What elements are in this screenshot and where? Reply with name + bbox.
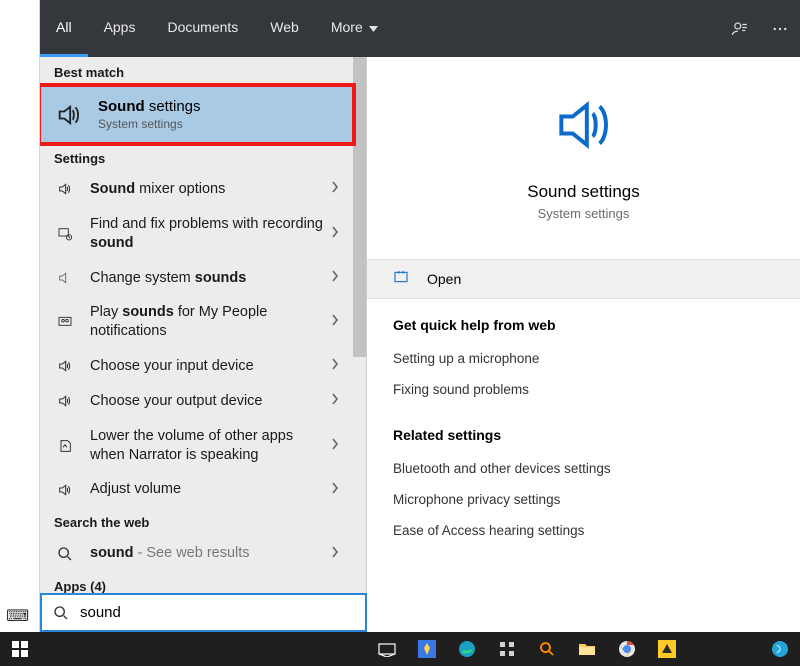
search-input-container[interactable] bbox=[40, 593, 367, 632]
best-match-title: Sound settings bbox=[98, 98, 201, 115]
tab-all[interactable]: All bbox=[40, 0, 88, 57]
search-input[interactable] bbox=[80, 595, 365, 630]
speaker-icon bbox=[54, 358, 76, 374]
start-button[interactable] bbox=[0, 632, 40, 666]
tab-apps[interactable]: Apps bbox=[88, 0, 152, 57]
settings-result[interactable]: Play sounds for My People notifications bbox=[40, 295, 353, 349]
result-label: Choose your input device bbox=[90, 357, 331, 376]
speaker-icon bbox=[54, 482, 76, 498]
settings-result[interactable]: Sound mixer options bbox=[40, 172, 353, 207]
result-label: Find and fix problems with recording sou… bbox=[90, 215, 331, 253]
scrollbar-thumb[interactable] bbox=[353, 57, 366, 357]
explorer-icon[interactable] bbox=[567, 632, 607, 666]
tab-documents[interactable]: Documents bbox=[151, 0, 254, 57]
crop-gutter: ⌨ bbox=[0, 0, 40, 632]
settings-result[interactable]: Lower the volume of other apps when Narr… bbox=[40, 419, 353, 473]
quick-help-header: Get quick help from web bbox=[393, 317, 774, 333]
troubleshoot-icon bbox=[54, 226, 76, 242]
related-link[interactable]: Microphone privacy settings bbox=[393, 484, 774, 515]
open-label: Open bbox=[427, 271, 461, 287]
settings-result[interactable]: Adjust volume bbox=[40, 472, 353, 507]
taskbar-app-4[interactable] bbox=[527, 632, 567, 666]
chevron-right-icon bbox=[331, 393, 339, 409]
speaker-icon bbox=[54, 393, 76, 409]
open-icon bbox=[393, 269, 415, 290]
result-label: Lower the volume of other apps when Narr… bbox=[90, 427, 331, 465]
chevron-right-icon bbox=[331, 358, 339, 374]
detail-title: Sound settings bbox=[527, 182, 639, 202]
result-label: Change system sounds bbox=[90, 269, 331, 288]
section-search-web: Search the web bbox=[40, 507, 353, 536]
chevron-right-icon bbox=[331, 270, 339, 286]
detail-sub: System settings bbox=[538, 206, 630, 221]
taskbar-tray-icon[interactable] bbox=[760, 632, 800, 666]
speaker-muted-icon bbox=[54, 270, 76, 286]
task-view[interactable] bbox=[367, 632, 407, 666]
more-options-icon[interactable] bbox=[760, 20, 800, 38]
open-action[interactable]: Open bbox=[367, 259, 800, 299]
chrome-icon[interactable] bbox=[607, 632, 647, 666]
textbox-icon: ⌨ bbox=[6, 606, 29, 626]
settings-result[interactable]: Choose your input device bbox=[40, 349, 353, 384]
chevron-right-icon bbox=[331, 314, 339, 330]
taskbar-app-3[interactable] bbox=[487, 632, 527, 666]
narrator-icon bbox=[54, 438, 76, 454]
search-icon bbox=[42, 605, 80, 621]
detail-pane: Sound settings System settings Open Get … bbox=[367, 57, 800, 632]
chevron-right-icon bbox=[331, 181, 339, 197]
chevron-right-icon bbox=[331, 438, 339, 454]
speaker-icon bbox=[550, 91, 618, 164]
taskbar-app-7[interactable] bbox=[647, 632, 687, 666]
related-header: Related settings bbox=[393, 427, 774, 443]
chevron-down-icon bbox=[369, 19, 378, 35]
section-apps: Apps (4) bbox=[40, 571, 353, 593]
related-link[interactable]: Bluetooth and other devices settings bbox=[393, 453, 774, 484]
result-sound-settings[interactable]: Sound settings System settings bbox=[40, 86, 353, 143]
result-label: Play sounds for My People notifications bbox=[90, 303, 331, 341]
result-label: Sound mixer options bbox=[90, 180, 331, 199]
web-result[interactable]: sound - See web results bbox=[40, 536, 353, 571]
search-results-panel: Best match Sound settings System setting… bbox=[40, 57, 367, 632]
speaker-icon bbox=[54, 101, 84, 129]
feedback-icon[interactable] bbox=[720, 20, 760, 38]
settings-result[interactable]: Change system sounds bbox=[40, 261, 353, 296]
section-best-match: Best match bbox=[40, 57, 353, 86]
search-icon bbox=[54, 546, 76, 562]
result-label: Adjust volume bbox=[90, 480, 331, 499]
settings-result[interactable]: Find and fix problems with recording sou… bbox=[40, 207, 353, 261]
quick-help-link[interactable]: Fixing sound problems bbox=[393, 374, 774, 405]
people-icon bbox=[54, 314, 76, 330]
tab-web[interactable]: Web bbox=[254, 0, 315, 57]
edge-icon[interactable] bbox=[447, 632, 487, 666]
taskbar bbox=[0, 632, 800, 666]
chevron-right-icon bbox=[331, 226, 339, 242]
chevron-right-icon bbox=[331, 546, 339, 562]
chevron-right-icon bbox=[331, 482, 339, 498]
speaker-icon bbox=[54, 181, 76, 197]
result-label: Choose your output device bbox=[90, 392, 331, 411]
taskbar-app-1[interactable] bbox=[407, 632, 447, 666]
quick-help-link[interactable]: Setting up a microphone bbox=[393, 343, 774, 374]
settings-result[interactable]: Choose your output device bbox=[40, 384, 353, 419]
section-settings: Settings bbox=[40, 143, 353, 172]
best-match-sub: System settings bbox=[98, 117, 201, 131]
related-link[interactable]: Ease of Access hearing settings bbox=[393, 515, 774, 546]
tab-more[interactable]: More bbox=[315, 0, 394, 57]
search-filters-bar: AllAppsDocumentsWebMore bbox=[40, 0, 800, 57]
